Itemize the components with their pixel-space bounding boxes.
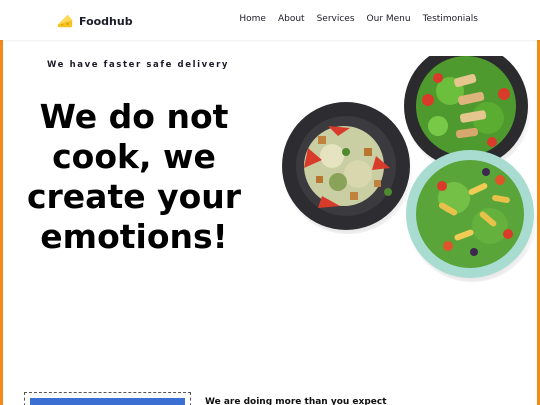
nav-services[interactable]: Services bbox=[317, 14, 355, 24]
nav-our-menu[interactable]: Our Menu bbox=[367, 14, 411, 24]
hero-headline: We do not cook, we create your emotions! bbox=[14, 97, 254, 257]
headline-line: create your bbox=[26, 177, 242, 216]
headline-line: emotions! bbox=[40, 217, 228, 256]
nav-testimonials[interactable]: Testimonials bbox=[423, 14, 478, 24]
hero-tagline: We have faster safe delivery bbox=[47, 60, 230, 70]
potato-salad-plate bbox=[282, 102, 414, 234]
navbar: Foodhub Home About Services Our Menu Tes… bbox=[0, 0, 540, 40]
section-image-card bbox=[24, 392, 191, 405]
hero-food-image bbox=[282, 56, 538, 282]
headline-line: cook, we bbox=[52, 137, 216, 176]
brand-link[interactable]: Foodhub bbox=[56, 12, 133, 30]
section-image bbox=[30, 398, 185, 405]
section-heading: We are doing more than you expect bbox=[205, 397, 387, 405]
pasta-salad-plate bbox=[406, 150, 538, 282]
headline-line: We do not bbox=[39, 97, 229, 136]
left-accent-border bbox=[0, 40, 3, 405]
cheese-icon bbox=[57, 14, 73, 28]
main-nav: Home About Services Our Menu Testimonial… bbox=[227, 14, 478, 24]
nav-home[interactable]: Home bbox=[239, 14, 266, 24]
brand-name: Foodhub bbox=[79, 14, 133, 28]
nav-about[interactable]: About bbox=[278, 14, 305, 24]
